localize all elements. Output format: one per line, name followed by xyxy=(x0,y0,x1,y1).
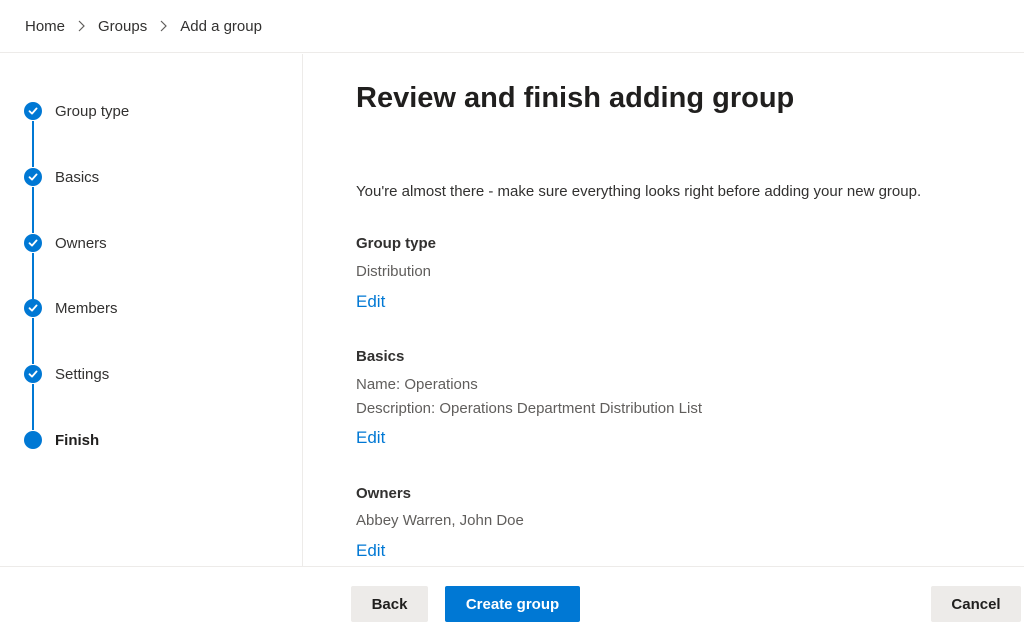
step-label: Finish xyxy=(55,431,100,449)
breadcrumb-home[interactable]: Home xyxy=(25,18,65,35)
chevron-right-icon xyxy=(159,20,168,32)
group-type-value: Distribution xyxy=(356,263,432,280)
checkmark-icon xyxy=(24,234,42,252)
edit-group-type-link[interactable]: Edit xyxy=(356,292,385,312)
cancel-button[interactable]: Cancel xyxy=(931,586,1021,622)
step-label: Basics xyxy=(55,168,100,186)
step-settings[interactable]: Settings xyxy=(24,363,109,385)
page-title: Review and finish adding group xyxy=(356,82,795,114)
section-title-owners: Owners xyxy=(356,485,412,502)
step-basics[interactable]: Basics xyxy=(24,166,99,188)
step-label: Owners xyxy=(55,234,107,252)
step-owners[interactable]: Owners xyxy=(24,232,107,254)
checkmark-icon xyxy=(24,168,42,186)
owners-value: Abbey Warren, John Doe xyxy=(356,512,524,529)
step-label: Group type xyxy=(55,102,130,120)
intro-text: You're almost there - make sure everythi… xyxy=(356,183,922,200)
checkmark-icon xyxy=(24,102,42,120)
basics-description-value: Description: Operations Department Distr… xyxy=(356,400,702,417)
step-members[interactable]: Members xyxy=(24,297,118,319)
checkmark-icon xyxy=(24,299,42,317)
edit-owners-link[interactable]: Edit xyxy=(356,541,385,561)
step-group-type[interactable]: Group type xyxy=(24,100,129,122)
step-connector xyxy=(32,318,34,364)
current-step-dot-icon xyxy=(24,431,42,449)
step-connector xyxy=(32,187,34,233)
step-connector xyxy=(32,253,34,299)
chevron-right-icon xyxy=(77,20,86,32)
wizard-footer: Back Create group Cancel xyxy=(0,566,1024,627)
section-title-group-type: Group type xyxy=(356,235,437,252)
section-title-basics: Basics xyxy=(356,348,405,365)
create-group-button[interactable]: Create group xyxy=(445,586,580,622)
basics-name-value: Name: Operations xyxy=(356,376,478,393)
step-label: Settings xyxy=(55,365,110,383)
back-button[interactable]: Back xyxy=(351,586,428,622)
step-connector xyxy=(32,384,34,430)
edit-basics-link[interactable]: Edit xyxy=(356,428,385,448)
step-finish: Finish xyxy=(24,429,99,451)
wizard-stepper: Group type Basics Owners Members Setting… xyxy=(0,54,303,566)
checkmark-icon xyxy=(24,365,42,383)
step-connector xyxy=(32,121,34,167)
breadcrumb-groups[interactable]: Groups xyxy=(98,18,147,35)
step-label: Members xyxy=(55,299,118,317)
breadcrumb-current: Add a group xyxy=(180,17,262,35)
breadcrumb: Home Groups Add a group xyxy=(0,0,1024,53)
